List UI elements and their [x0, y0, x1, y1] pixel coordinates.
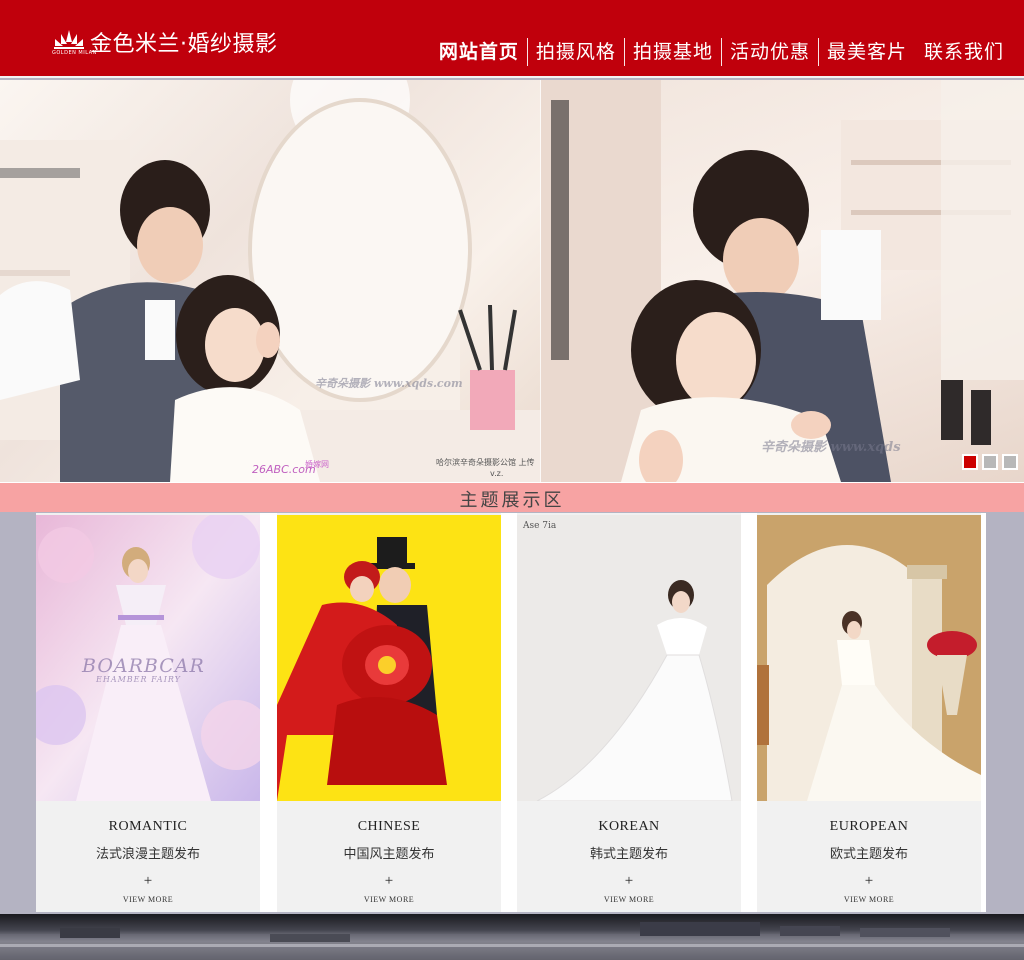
- card-title-en: KOREAN: [598, 819, 660, 834]
- card-title-cn: 中国风主题发布: [343, 847, 435, 862]
- romantic-photo-text: BOARBCAR: [82, 655, 205, 677]
- carousel-dots: [962, 454, 1018, 470]
- nav-divider: [623, 38, 625, 66]
- section-title: 主题展示区: [459, 490, 565, 511]
- nav-divider: [526, 38, 528, 66]
- view-more-link[interactable]: VIEW MORE: [757, 895, 981, 904]
- nav-divider: [817, 38, 819, 66]
- korean-photo[interactable]: Ase 7ia: [517, 515, 741, 801]
- plus-icon[interactable]: +: [517, 873, 741, 890]
- banner-credit: 哈尔滨辛奇朵摄影公馆 上传: [436, 458, 535, 467]
- carousel-dot-2[interactable]: [982, 454, 998, 470]
- banner-site-mark-label: 婚嫁网: [305, 460, 329, 469]
- nav-item-locations[interactable]: 拍摄基地: [625, 38, 721, 66]
- card-title-cn: 法式浪漫主题发布: [95, 847, 200, 862]
- theme-card-romantic[interactable]: BOARBCAR EHAMBER FAIRY ROMANTIC 法式浪漫主题发布…: [36, 513, 260, 912]
- romantic-photo[interactable]: BOARBCAR EHAMBER FAIRY: [36, 515, 260, 801]
- footer-skyline: [0, 914, 1024, 960]
- plus-icon[interactable]: +: [757, 873, 981, 890]
- plus-icon[interactable]: +: [277, 873, 501, 890]
- main-nav: 网站首页 拍摄风格 拍摄基地 活动优惠 最美客片 联系我们: [431, 38, 1012, 66]
- theme-cards: BOARBCAR EHAMBER FAIRY ROMANTIC 法式浪漫主题发布…: [36, 513, 986, 912]
- nav-item-contact[interactable]: 联系我们: [916, 38, 1012, 66]
- card-title-en: EUROPEAN: [829, 819, 909, 834]
- banner-watermark-right: 辛奇朵摄影 www.xqds: [761, 440, 901, 455]
- theme-card-korean[interactable]: Ase 7ia KOREAN 韩式主题发布 + VIEW MORE: [517, 513, 741, 912]
- theme-section-bar: 主题展示区: [0, 482, 1024, 512]
- carousel-dot-3[interactable]: [1002, 454, 1018, 470]
- lotus-logo-icon: GOLDEN MILAN: [52, 28, 96, 56]
- hero-banner[interactable]: 辛奇朵摄影 www.xqds.com 26ABC.com 婚嫁网 哈尔滨辛奇朵摄…: [0, 80, 1024, 482]
- site-logo[interactable]: GOLDEN MILAN 金色米兰·婚纱摄影: [52, 26, 278, 58]
- card-title-en: CHINESE: [357, 819, 421, 834]
- site-header: GOLDEN MILAN 金色米兰·婚纱摄影 网站首页 拍摄风格 拍摄基地 活动…: [0, 0, 1024, 78]
- logo-text: 金色米兰·婚纱摄影: [90, 32, 278, 57]
- card-title-cn: 欧式主题发布: [829, 847, 908, 862]
- nav-item-home[interactable]: 网站首页: [431, 38, 527, 66]
- logo-subtitle: GOLDEN MILAN: [52, 50, 97, 56]
- nav-divider: [720, 38, 722, 66]
- romantic-photo-subtext: EHAMBER FAIRY: [96, 675, 181, 684]
- card-title-en: ROMANTIC: [108, 819, 188, 834]
- banner-credit-sub: v.z.: [490, 469, 504, 478]
- banner-watermark-left: 辛奇朵摄影 www.xqds.com: [315, 377, 463, 390]
- banner-photo-left: 辛奇朵摄影 www.xqds.com 26ABC.com 婚嫁网 哈尔滨辛奇朵摄…: [0, 80, 541, 482]
- view-more-link[interactable]: VIEW MORE: [36, 895, 260, 904]
- carousel-dot-1[interactable]: [962, 454, 978, 470]
- banner-photo-right: 辛奇朵摄影 www.xqds: [541, 80, 1024, 482]
- nav-item-gallery[interactable]: 最美客片: [819, 38, 915, 66]
- card-title-cn: 韩式主题发布: [589, 847, 668, 862]
- nav-item-styles[interactable]: 拍摄风格: [528, 38, 624, 66]
- theme-card-european[interactable]: EUROPEAN 欧式主题发布 + VIEW MORE: [757, 513, 981, 912]
- view-more-link[interactable]: VIEW MORE: [517, 895, 741, 904]
- nav-item-promotions[interactable]: 活动优惠: [722, 38, 818, 66]
- european-photo[interactable]: [757, 515, 981, 801]
- korean-photo-text: Ase 7ia: [523, 521, 557, 531]
- plus-icon[interactable]: +: [36, 873, 260, 890]
- theme-card-chinese[interactable]: CHINESE 中国风主题发布 + VIEW MORE: [277, 513, 501, 912]
- view-more-link[interactable]: VIEW MORE: [277, 895, 501, 904]
- chinese-photo[interactable]: [277, 515, 501, 801]
